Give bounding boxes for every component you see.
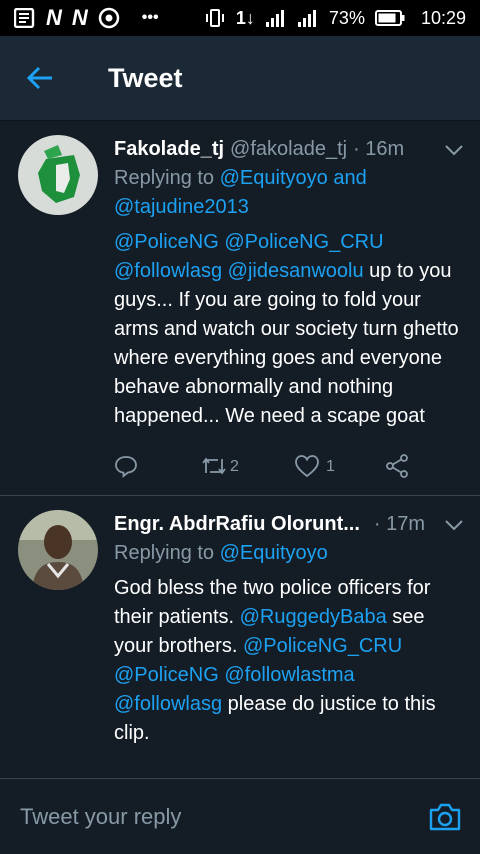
data-transfer-icon: 1↓ (235, 7, 255, 28)
reply-composer (0, 778, 480, 854)
share-icon (386, 454, 408, 478)
tweet-text: God bless the two police officers for th… (114, 574, 464, 748)
reply-icon (115, 456, 137, 478)
like-count: 1 (326, 457, 335, 475)
reply-mention-link[interactable]: @Equityoyo and (220, 167, 367, 189)
tweet-time: · 16m (353, 138, 405, 160)
tweet-card[interactable]: Engr. AbdrRafiu Olorunt... · 17m Replyin… (0, 496, 480, 748)
chevron-down-icon (445, 519, 463, 530)
reply-mention-link[interactable]: @tajudine2013 (114, 196, 249, 218)
signal-icon (265, 9, 287, 27)
reply-input[interactable] (18, 802, 428, 831)
author-handle[interactable]: @fakolade_tj (230, 135, 347, 164)
avatar[interactable] (18, 135, 98, 215)
camera-button[interactable] (428, 802, 462, 832)
replying-prefix: Replying to (114, 542, 220, 564)
vibrate-icon (204, 8, 226, 28)
status-bar: N N ••• 1↓ 73% 10:29 (0, 0, 480, 36)
page-title: Tweet (108, 62, 183, 93)
tweet-card[interactable]: Fakolade_tj @fakolade_tj · 16m Replying … (0, 121, 480, 496)
chevron-down-icon (445, 144, 463, 155)
mention-link[interactable]: @PoliceNG @PoliceNG_CRU @followlasg @jid… (114, 231, 384, 282)
share-button[interactable] (384, 453, 410, 479)
clock: 10:29 (420, 7, 466, 28)
retweet-icon (202, 457, 226, 475)
replying-to: Replying to @Equityoyo (114, 539, 464, 568)
more-notifications-icon: ••• (141, 9, 159, 26)
reply-mention-link[interactable]: @Equityoyo (220, 542, 328, 564)
retweet-count: 2 (230, 457, 239, 475)
news-icon (14, 8, 36, 28)
tweet-text: @PoliceNG @PoliceNG_CRU @followlasg @jid… (114, 228, 464, 431)
battery-percent: 73% (328, 7, 365, 28)
author-name[interactable]: Engr. AbdrRafiu Olorunt... (114, 510, 360, 539)
tweet-time: · 17m (373, 513, 426, 535)
tweet-menu-button[interactable] (444, 143, 464, 157)
tweet-body-text: up to you guys... If you are going to fo… (114, 260, 459, 427)
camera-icon (429, 803, 461, 830)
back-button[interactable] (0, 64, 80, 92)
battery-icon (374, 9, 405, 27)
replying-to: Replying to @Equityoyo and @tajudine2013 (114, 164, 464, 222)
avatar[interactable] (18, 510, 98, 590)
like-icon (295, 455, 319, 478)
mention-link[interactable]: @RuggedyBaba (240, 606, 387, 628)
tweet-actions: 2 1 (114, 437, 464, 495)
replying-prefix: Replying to (114, 167, 220, 189)
signal-icon (297, 9, 319, 27)
retweet-button[interactable]: 2 (200, 452, 294, 481)
author-name[interactable]: Fakolade_tj (114, 135, 224, 164)
chrome-icon (98, 7, 120, 29)
like-button[interactable]: 1 (294, 452, 384, 481)
app-bar: Tweet (0, 36, 480, 121)
back-arrow-icon (26, 66, 52, 90)
n-app-icon: N (71, 5, 88, 30)
n-app-icon: N (46, 5, 62, 30)
reply-button[interactable] (114, 454, 200, 478)
tweet-menu-button[interactable] (444, 518, 464, 532)
